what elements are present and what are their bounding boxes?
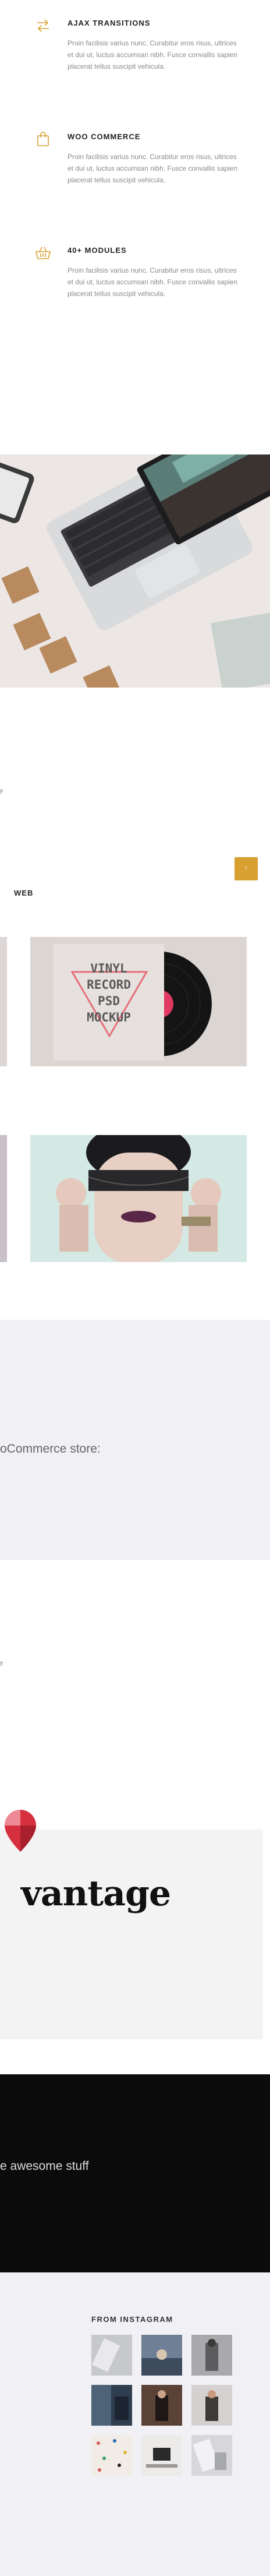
section-heading: oCommerce store: <box>0 1442 101 1456</box>
basket-icon <box>35 246 51 259</box>
map-pin-logo-icon <box>5 1810 36 1852</box>
feature-text: Proin facilisis varius nunc. Curabitur e… <box>68 39 238 71</box>
instagram-thumb[interactable] <box>91 2385 132 2426</box>
instagram-thumb[interactable] <box>191 2435 232 2476</box>
instagram-thumb[interactable] <box>141 2335 182 2376</box>
portfolio-item-partial[interactable] <box>0 937 7 1066</box>
vinyl-line: RECORD <box>87 978 131 992</box>
dark-section-heading: e awesome stuff <box>0 2159 89 2173</box>
laptop-photo <box>0 454 270 688</box>
vinyl-line: PSD <box>98 994 120 1008</box>
dark-section <box>0 2074 270 2272</box>
arrow-up-icon: ↑ <box>244 864 248 872</box>
feature-title: 40+ MODULES <box>68 246 127 255</box>
instagram-thumb[interactable] <box>141 2435 182 2476</box>
instagram-title: FROM INSTAGRAM <box>91 2315 173 2324</box>
instagram-thumb[interactable] <box>91 2435 132 2476</box>
portfolio-item-vinyl[interactable]: VINYL RECORD PSD MOCKUP <box>30 937 247 1066</box>
back-to-top-button[interactable]: ↑ <box>235 857 258 880</box>
shopping-bag-icon <box>37 132 49 146</box>
brand-wordmark: vantage <box>21 1873 171 1914</box>
vinyl-line: VINYL <box>90 961 127 975</box>
portfolio-item-partial[interactable] <box>0 1135 7 1262</box>
woocommerce-section <box>0 1320 270 1560</box>
swap-arrows-icon <box>37 19 49 32</box>
laptop-banner-image <box>0 454 270 688</box>
portfolio-category-label: WEB <box>14 889 34 897</box>
text-fragment: y <box>0 788 3 794</box>
feature-text: Proin facilisis varius nunc. Curabitur e… <box>68 153 238 184</box>
text-fragment: y <box>0 1660 3 1666</box>
vinyl-line: MOCKUP <box>87 1010 131 1024</box>
instagram-thumb[interactable] <box>141 2385 182 2426</box>
instagram-thumb[interactable] <box>91 2335 132 2376</box>
feature-text: Proin facilisis varius nunc. Curabitur e… <box>68 266 238 298</box>
portrait-image <box>30 1135 247 1262</box>
instagram-thumb[interactable] <box>191 2335 232 2376</box>
instagram-thumb[interactable] <box>191 2385 232 2426</box>
feature-title: WOO COMMERCE <box>68 132 141 141</box>
feature-title: AJAX TRANSITIONS <box>68 19 151 27</box>
portfolio-item-portrait[interactable] <box>30 1135 247 1262</box>
page: AJAX TRANSITIONS Proin facilisis varius … <box>0 0 270 2576</box>
vinyl-mockup-text: VINYL RECORD PSD MOCKUP <box>54 960 164 1026</box>
brand-logo-panel <box>0 1830 263 2039</box>
